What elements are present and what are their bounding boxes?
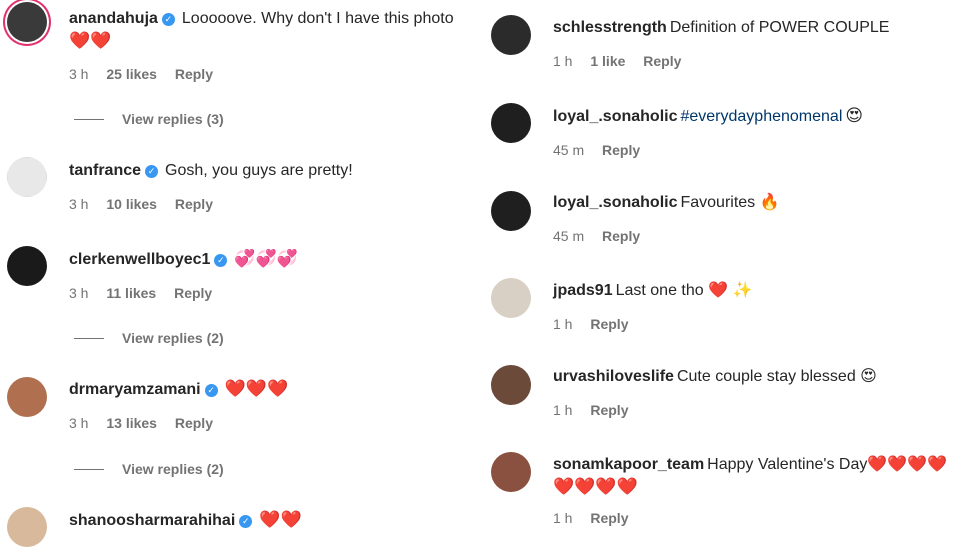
comment-username[interactable]: drmaryamzamani [69,381,201,398]
replies-divider [74,338,104,339]
reply-button[interactable]: Reply [590,510,628,526]
reply-button[interactable]: Reply [175,415,213,431]
comment-time[interactable]: 3 h [69,415,88,431]
comment-meta: 3 h 25 likes Reply [69,66,470,84]
reply-button[interactable]: Reply [602,142,640,158]
avatar[interactable] [491,452,531,492]
avatar[interactable] [491,103,531,143]
comment-meta: 45 m Reply [553,228,954,246]
comment-meta: 1 h 1 like Reply [553,53,954,71]
comment-time[interactable]: 3 h [69,285,88,301]
comment-text: Looooove. Why don't I have this photo [181,10,454,27]
reply-button[interactable]: Reply [602,228,640,244]
hashtag-link[interactable]: #everydayphenomenal [680,108,842,125]
comment-username[interactable]: shanoosharmarahihai [69,512,235,529]
comment-meta: 1 h Reply [553,402,954,420]
comment-likes[interactable]: 13 likes [106,415,157,431]
comment-username[interactable]: loyal_.sonaholic [553,194,677,211]
comment-text-continued: ❤️❤️ [69,31,112,50]
comment-meta: 3 h 11 likes Reply [69,285,470,303]
comment-meta: 3 h 10 likes Reply [69,196,470,214]
comment-username[interactable]: loyal_.sonaholic [553,108,677,125]
reply-button[interactable]: Reply [174,285,212,301]
avatar[interactable] [491,191,531,231]
avatar[interactable] [491,278,531,318]
comment-username[interactable]: anandahuja [69,10,158,27]
reply-button[interactable]: Reply [590,402,628,418]
comment-meta: 45 m Reply [553,142,954,160]
verified-badge-icon: ✓ [161,13,175,26]
reply-button[interactable]: Reply [175,196,213,212]
comment-meta: 1 h Reply [553,510,954,528]
comment-text: ❤️❤️❤️ [224,379,289,398]
verified-badge-icon: ✓ [145,165,159,178]
view-replies-button[interactable]: View replies (2) [74,461,224,477]
verified-badge-icon: ✓ [214,254,228,267]
avatar[interactable] [7,157,47,197]
comments-column-left: anandahuja ✓ Looooove. Why don't I have th… [0,0,470,547]
reply-button[interactable]: Reply [175,66,213,82]
replies-divider [74,469,104,470]
view-replies-button[interactable]: View replies (2) [74,330,224,346]
comment-likes[interactable]: 25 likes [106,66,157,82]
comment-text: 💞💞💞 [234,249,298,268]
comment-likes[interactable]: 1 like [590,53,625,69]
replies-divider [74,119,104,120]
avatar[interactable] [7,377,47,417]
comment-text: Favourites 🔥 [680,194,780,211]
comment-text-continued: ❤️❤️❤️❤️ [553,477,638,496]
avatar[interactable] [7,2,47,42]
comment-username[interactable]: schlesstrength [553,19,667,36]
reply-button[interactable]: Reply [643,53,681,69]
avatar[interactable] [7,507,47,547]
comment-time[interactable]: 1 h [553,510,572,526]
comment-text: ❤️❤️ [259,510,302,529]
comment-text: Gosh, you guys are pretty! [165,162,353,179]
comment-username[interactable]: sonamkapoor_team [553,456,704,473]
comment-text: Happy Valentine's Day❤️❤️❤️❤️ [707,456,948,473]
comment-time[interactable]: 1 h [553,316,572,332]
comment-time[interactable]: 45 m [553,142,584,158]
view-replies-button[interactable]: View replies (3) [74,111,224,127]
comment-time[interactable]: 3 h [69,196,88,212]
comment-time[interactable]: 3 h [69,66,88,82]
reply-button[interactable]: Reply [590,316,628,332]
comment-username[interactable]: clerkenwellboyec1 [69,251,210,268]
comment-username[interactable]: jpads91 [553,282,613,299]
comment-time[interactable]: 1 h [553,53,572,69]
comment-time[interactable]: 45 m [553,228,584,244]
comment-text: Cute couple stay blessed 😍 [676,368,877,385]
comment-likes[interactable]: 10 likes [106,196,157,212]
comment-meta: 3 h 13 likes Reply [69,415,470,433]
comments-column-right: schlesstrength Definition of POWER COUPLE… [484,0,954,540]
avatar[interactable] [491,15,531,55]
comment-text: 😍 [845,106,864,125]
avatar[interactable] [7,246,47,286]
comment-text: Definition of POWER COUPLE [669,19,890,36]
comment-likes[interactable]: 11 likes [106,285,156,301]
comment-username[interactable]: urvashiloveslife [553,368,674,385]
avatar[interactable] [491,365,531,405]
comment-meta: 1 h Reply [553,316,954,334]
verified-badge-icon: ✓ [204,384,218,397]
comment-text: Last one tho ❤️ ✨ [615,282,753,299]
comment-time[interactable]: 1 h [553,402,572,418]
verified-badge-icon: ✓ [239,515,253,528]
comment-username[interactable]: tanfrance [69,162,141,179]
